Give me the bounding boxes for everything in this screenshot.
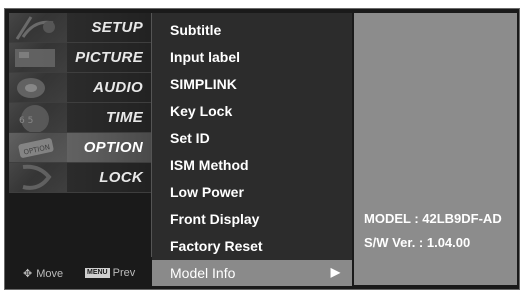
help-prev-label: Prev xyxy=(112,267,136,279)
category-setup[interactable]: SETUP xyxy=(9,13,151,43)
option-label: Input label xyxy=(170,49,240,65)
satellite-dish-icon xyxy=(9,13,67,42)
option-list: Subtitle Input label SIMPLINK Key Lock S… xyxy=(152,13,352,286)
option-label: Key Lock xyxy=(170,103,233,119)
osd-menu: SETUP PICTURE AUDIO 6 5 TIME OPTION OPTI… xyxy=(4,8,520,290)
option-model-info[interactable]: Model Info ▶ xyxy=(152,260,352,286)
option-label: Subtitle xyxy=(170,22,222,38)
category-label: AUDIO xyxy=(93,79,143,96)
model-info-panel: MODEL : 42LB9DF-AD S/W Ver. : 1.04.00 xyxy=(354,13,517,285)
option-label: Factory Reset xyxy=(170,238,263,254)
option-label: Model Info xyxy=(170,265,236,281)
picture-icon xyxy=(9,43,67,72)
software-version-line: S/W Ver. : 1.04.00 xyxy=(364,235,471,250)
svg-text:6 5: 6 5 xyxy=(19,116,33,126)
category-label: LOCK xyxy=(99,169,143,186)
option-set-id[interactable]: Set ID xyxy=(152,125,352,151)
menu-key-icon: MENU xyxy=(85,268,110,278)
option-label: SIMPLINK xyxy=(170,76,237,92)
category-picture[interactable]: PICTURE xyxy=(9,43,151,73)
submenu-arrow-icon: ▶ xyxy=(330,265,340,279)
category-label: PICTURE xyxy=(75,49,143,66)
option-ism-method[interactable]: ISM Method xyxy=(152,152,352,178)
option-factory-reset[interactable]: Factory Reset xyxy=(152,233,352,259)
move-arrows-icon: ✥ xyxy=(23,268,33,280)
option-input-label[interactable]: Input label xyxy=(152,44,352,70)
option-label: Front Display xyxy=(170,211,260,227)
category-column: SETUP PICTURE AUDIO 6 5 TIME OPTION OPTI… xyxy=(9,13,152,257)
category-lock[interactable]: LOCK xyxy=(9,163,151,193)
option-label: ISM Method xyxy=(170,157,249,173)
lock-icon xyxy=(9,163,67,192)
speaker-icon xyxy=(9,73,67,102)
model-line: MODEL : 42LB9DF-AD xyxy=(364,211,502,226)
option-label: Set ID xyxy=(170,130,210,146)
option-simplink[interactable]: SIMPLINK xyxy=(152,71,352,97)
category-time[interactable]: 6 5 TIME xyxy=(9,103,151,133)
option-subtitle[interactable]: Subtitle xyxy=(152,17,352,43)
category-label: TIME xyxy=(105,109,143,126)
clock-icon: 6 5 xyxy=(9,103,67,132)
help-move: ✥ Move xyxy=(23,267,64,281)
option-label: Low Power xyxy=(170,184,244,200)
category-option[interactable]: OPTION OPTION xyxy=(9,133,151,163)
help-bar: ✥ Move MENU Prev xyxy=(9,261,151,283)
option-front-display[interactable]: Front Display xyxy=(152,206,352,232)
help-move-label: Move xyxy=(36,267,64,280)
tv-screen: SETUP PICTURE AUDIO 6 5 TIME OPTION OPTI… xyxy=(0,0,524,296)
option-tag-icon: OPTION xyxy=(9,133,67,162)
category-label: SETUP xyxy=(91,19,143,36)
option-low-power[interactable]: Low Power xyxy=(152,179,352,205)
help-prev: MENU Prev xyxy=(85,267,135,279)
category-label: OPTION xyxy=(83,139,143,156)
option-key-lock[interactable]: Key Lock xyxy=(152,98,352,124)
category-audio[interactable]: AUDIO xyxy=(9,73,151,103)
